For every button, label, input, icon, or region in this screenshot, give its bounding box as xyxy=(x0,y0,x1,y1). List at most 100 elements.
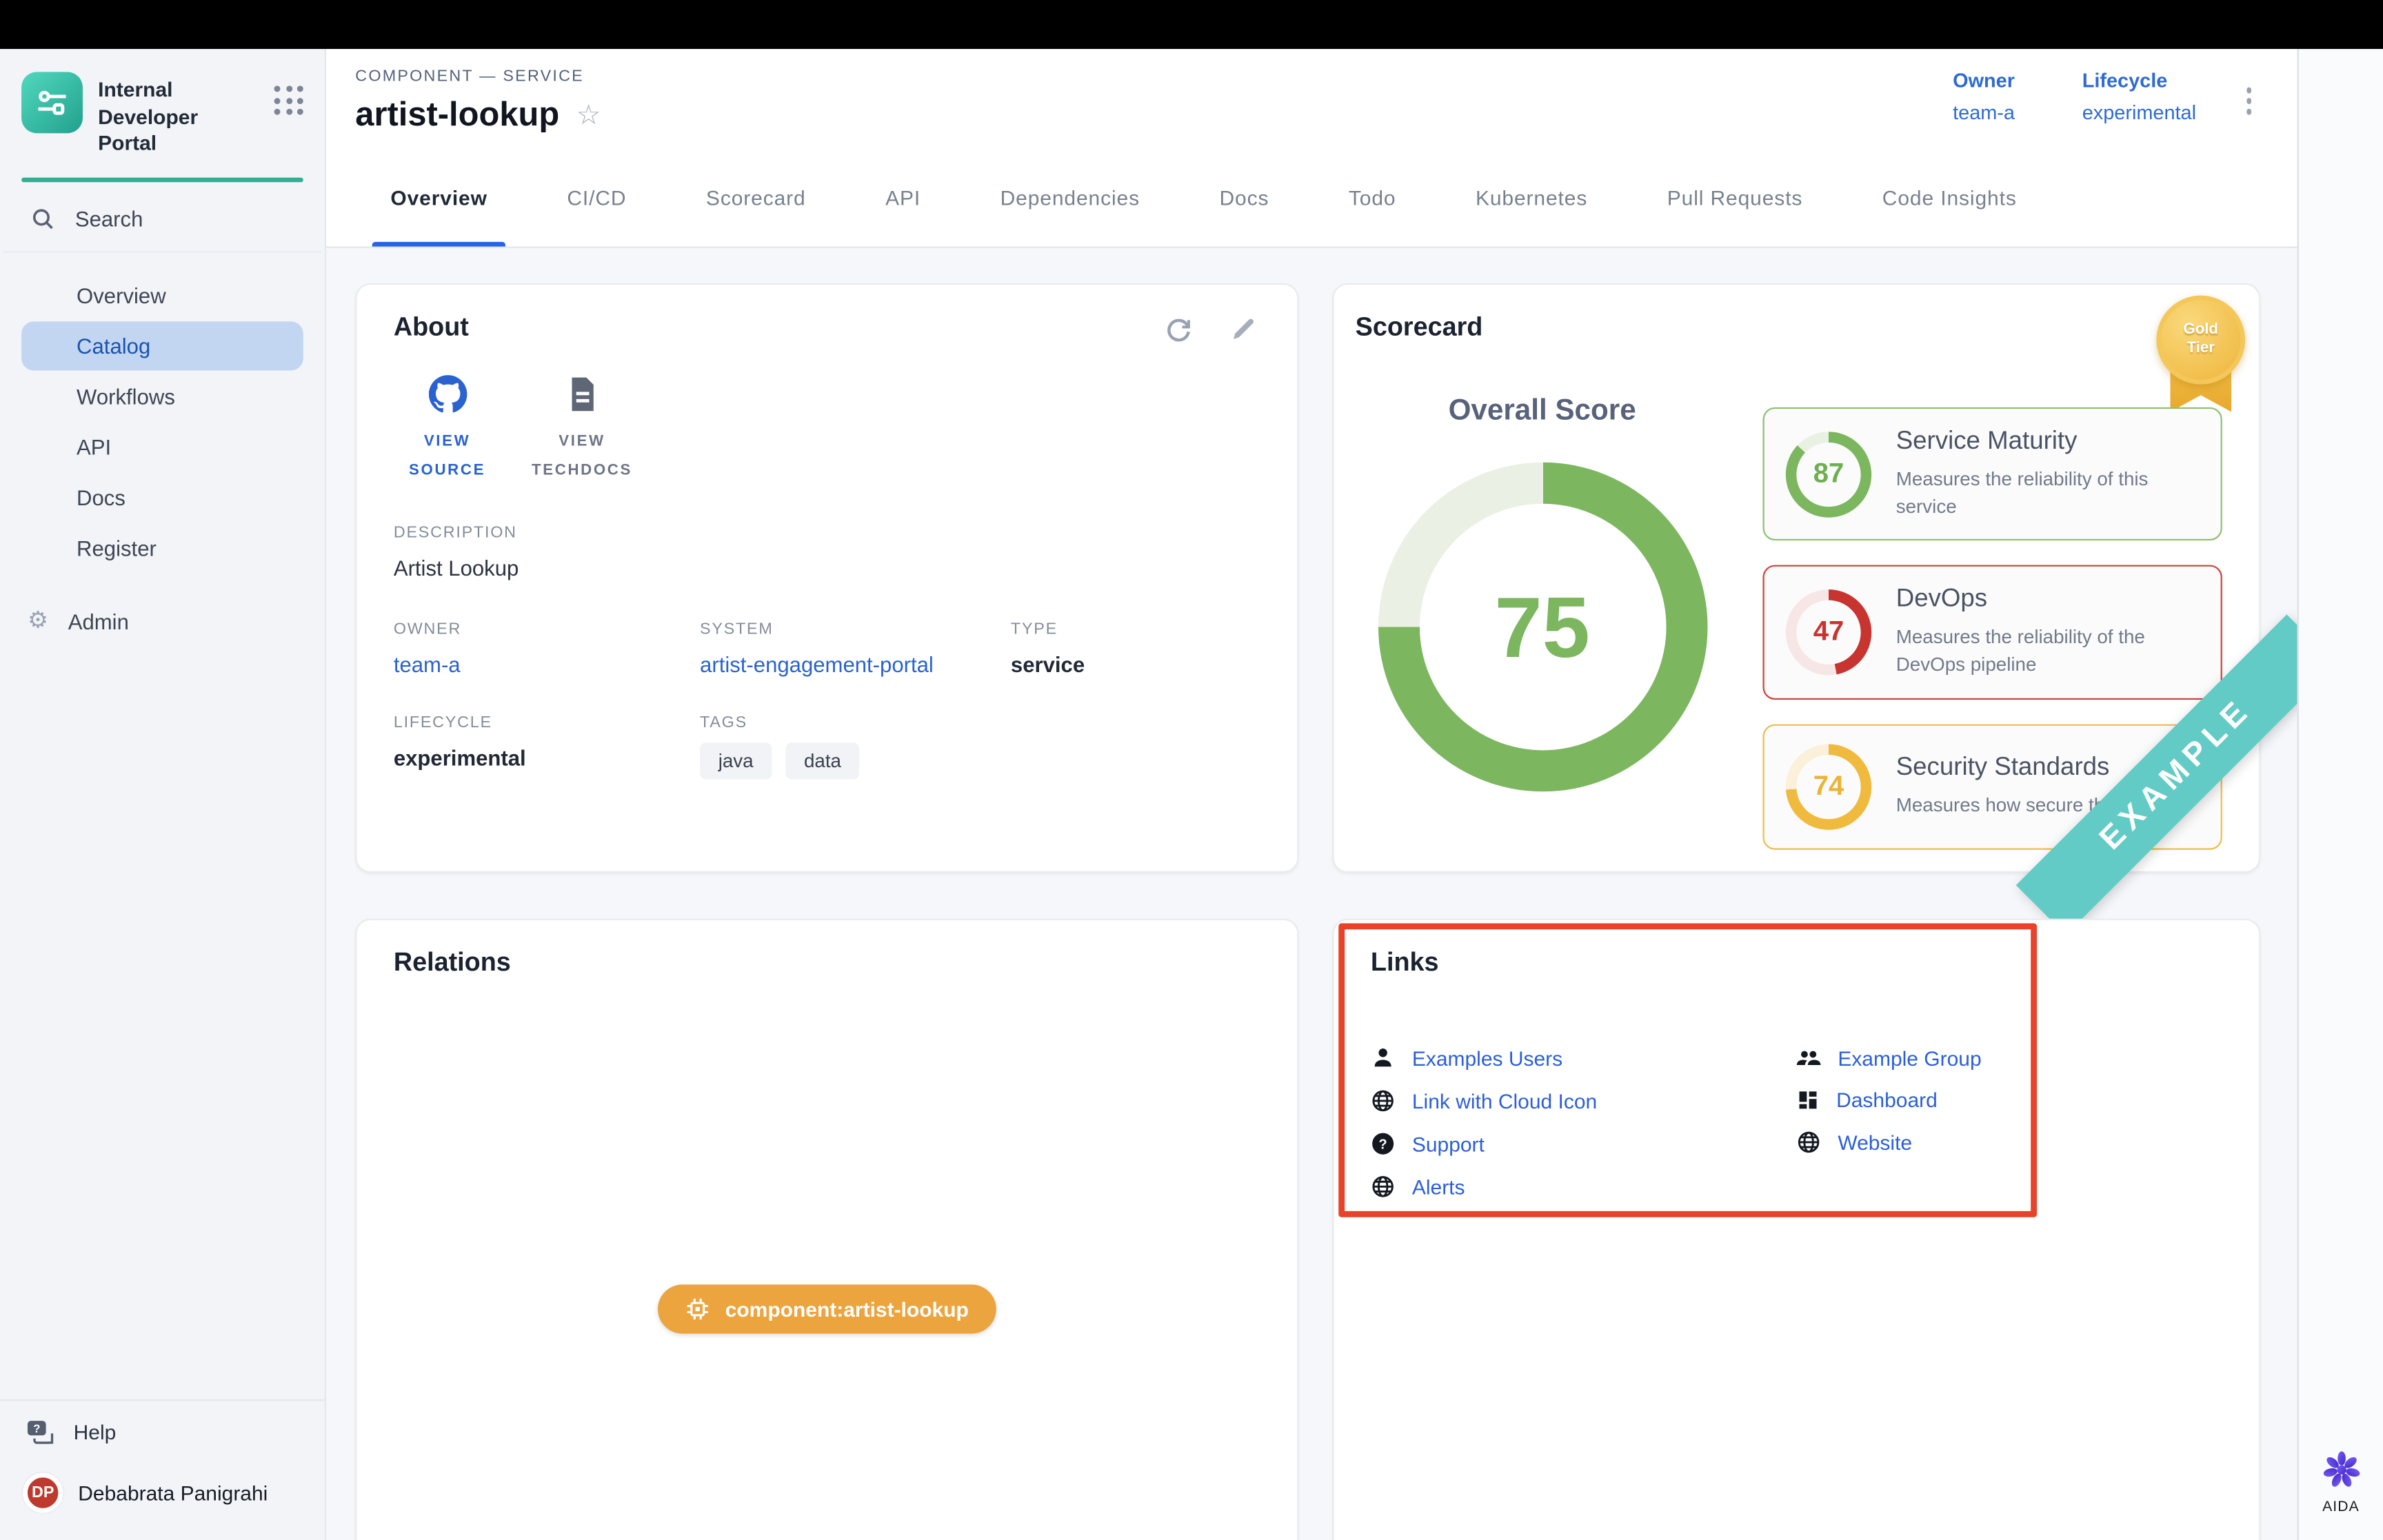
avatar: DP xyxy=(23,1473,63,1513)
kebab-menu-icon[interactable] xyxy=(2240,81,2258,121)
help-circle-icon: ? xyxy=(1371,1131,1396,1156)
tab-api[interactable]: API xyxy=(845,150,961,247)
sidebar-item-workflows[interactable]: Workflows xyxy=(21,372,303,421)
overall-score: Overall Score 75 xyxy=(1365,395,1720,791)
globe-icon xyxy=(1371,1175,1396,1199)
tab-overview[interactable]: Overview xyxy=(351,150,527,247)
tags-field: TAGS java data xyxy=(700,713,1260,780)
browser-top-bar xyxy=(0,0,2383,49)
github-icon xyxy=(428,375,467,414)
sidebar-item-admin[interactable]: ⚙ Admin xyxy=(0,594,325,649)
lifecycle-value: experimental xyxy=(2082,101,2196,124)
relations-node-label: component:artist-lookup xyxy=(725,1297,969,1320)
tab-bar: Overview CI/CD Scorecard API Dependencie… xyxy=(326,150,2297,248)
owner-value[interactable]: team-a xyxy=(1953,101,2015,124)
owner-label: Owner xyxy=(1953,69,2015,92)
link-example-group[interactable]: Example Group xyxy=(1796,1046,2222,1071)
brand-title: Internal Developer Portal xyxy=(98,72,257,157)
link-with-cloud-icon[interactable]: Link with Cloud Icon xyxy=(1371,1088,1796,1113)
lifecycle-field: LIFECYCLE experimental xyxy=(394,713,700,780)
gold-tier-badge: Gold Tier xyxy=(2150,296,2251,412)
dashboard-icon xyxy=(1796,1088,1819,1111)
user-name: Debabrata Panigrahi xyxy=(78,1481,268,1504)
link-dashboard[interactable]: Dashboard xyxy=(1796,1088,2222,1111)
svg-text:?: ? xyxy=(33,1422,40,1435)
owner-meta: Owner team-a xyxy=(1953,69,2015,124)
group-icon xyxy=(1796,1046,1821,1071)
about-title: About xyxy=(394,312,1164,343)
content-grid: About xyxy=(326,248,2297,1540)
about-card: About xyxy=(355,283,1298,873)
score-gauge: 74 xyxy=(1786,743,1871,829)
app-logo-icon[interactable] xyxy=(21,72,83,133)
link-website[interactable]: Website xyxy=(1796,1130,2222,1155)
aida-flower-icon xyxy=(2320,1448,2362,1491)
sidebar-item-api[interactable]: API xyxy=(21,422,303,471)
page-title: artist-lookup xyxy=(355,95,559,135)
tag-chip[interactable]: data xyxy=(785,742,859,779)
sidebar-help[interactable]: ? Help xyxy=(0,1401,325,1457)
svg-text:?: ? xyxy=(1379,1137,1387,1152)
app-window: Internal Developer Portal Search Overvie… xyxy=(0,0,2383,1540)
overall-score-gauge: 75 xyxy=(1378,463,1707,792)
view-techdocs-label: VIEW TECHDOCS xyxy=(532,427,632,485)
score-item-service-maturity[interactable]: 87 Service Maturity Measures the reliabi… xyxy=(1762,407,2222,541)
cpu-chip-icon xyxy=(685,1297,710,1321)
scorecard-title: Scorecard xyxy=(1356,312,1483,343)
page-header: COMPONENT — SERVICE artist-lookup ☆ Owne… xyxy=(326,49,2297,150)
description-label: DESCRIPTION xyxy=(394,524,1260,543)
tab-todo[interactable]: Todo xyxy=(1309,150,1436,247)
tab-cicd[interactable]: CI/CD xyxy=(527,150,667,247)
tab-pull-requests[interactable]: Pull Requests xyxy=(1627,150,1842,247)
sidebar-item-catalog[interactable]: Catalog xyxy=(21,321,303,370)
relations-card: Relations component:artist-lookup xyxy=(355,919,1298,1540)
sidebar-search[interactable]: Search xyxy=(3,182,321,252)
sidebar: Internal Developer Portal Search Overvie… xyxy=(0,49,326,1540)
help-chat-icon: ? xyxy=(26,1419,55,1446)
sidebar-item-overview[interactable]: Overview xyxy=(21,270,303,319)
links-card: Links Examples Users xyxy=(1332,919,2260,1540)
aida-widget[interactable]: AIDA xyxy=(2299,1448,2383,1516)
user-icon xyxy=(1371,1046,1396,1071)
right-gutter: AIDA xyxy=(2297,49,2383,1540)
score-gauge: 87 xyxy=(1786,432,1871,517)
overall-score-label: Overall Score xyxy=(1365,395,1720,429)
links-title: Links xyxy=(1371,948,1439,977)
help-label: Help xyxy=(74,1421,117,1443)
link-support[interactable]: ? Support xyxy=(1371,1131,1796,1156)
gear-icon: ⚙ xyxy=(28,609,48,632)
link-examples-users[interactable]: Examples Users xyxy=(1371,1046,1796,1071)
tab-scorecard[interactable]: Scorecard xyxy=(666,150,845,247)
link-alerts[interactable]: Alerts xyxy=(1371,1175,1796,1199)
apps-grid-icon[interactable] xyxy=(274,85,303,114)
sidebar-item-register[interactable]: Register xyxy=(21,523,303,572)
description-value: Artist Lookup xyxy=(394,556,1260,580)
system-link[interactable]: artist-engagement-portal xyxy=(700,652,1011,677)
tab-code-insights[interactable]: Code Insights xyxy=(1842,150,2056,247)
view-techdocs-button[interactable]: VIEW TECHDOCS xyxy=(528,375,635,485)
globe-icon xyxy=(1796,1130,1821,1155)
search-label: Search xyxy=(75,206,143,231)
score-item-devops[interactable]: 47 DevOps Measures the reliability of th… xyxy=(1762,565,2222,699)
sidebar-nav: Overview Catalog Workflows API Docs Regi… xyxy=(0,252,325,572)
sidebar-item-docs[interactable]: Docs xyxy=(21,473,303,522)
edit-pencil-icon[interactable] xyxy=(1230,316,1258,343)
tab-docs[interactable]: Docs xyxy=(1180,150,1309,247)
tag-chip[interactable]: java xyxy=(700,742,772,779)
sidebar-user[interactable]: DP Debabrata Panigrahi xyxy=(0,1457,325,1540)
owner-link[interactable]: team-a xyxy=(394,652,700,677)
tab-kubernetes[interactable]: Kubernetes xyxy=(1436,150,1627,247)
refresh-icon[interactable] xyxy=(1164,316,1193,345)
search-icon xyxy=(30,206,55,231)
relations-node-chip[interactable]: component:artist-lookup xyxy=(658,1285,996,1334)
type-field: TYPE service xyxy=(1011,620,1260,677)
lifecycle-meta: Lifecycle experimental xyxy=(2082,69,2196,124)
gold-tier-label: Gold Tier xyxy=(2183,321,2218,359)
techdocs-icon xyxy=(563,375,601,414)
score-gauge: 47 xyxy=(1786,589,1871,675)
relations-title: Relations xyxy=(394,948,511,977)
favorite-star-icon[interactable]: ☆ xyxy=(576,101,601,129)
view-source-label: VIEW SOURCE xyxy=(409,427,485,485)
tab-dependencies[interactable]: Dependencies xyxy=(961,150,1180,247)
view-source-button[interactable]: VIEW SOURCE xyxy=(394,375,501,485)
